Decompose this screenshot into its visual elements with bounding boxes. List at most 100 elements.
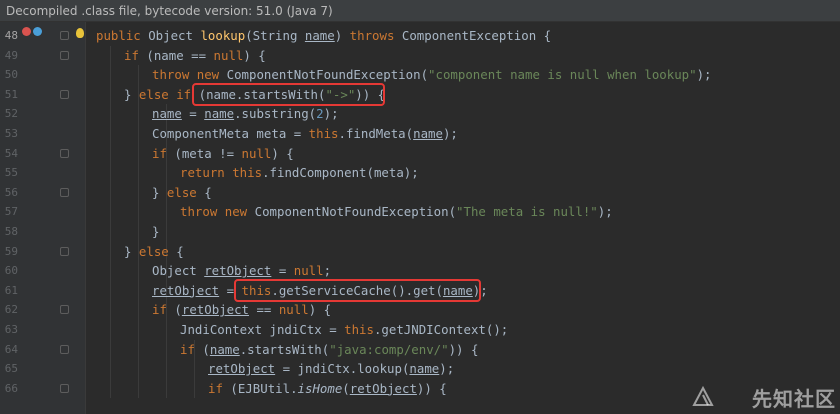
fold-marker-icon[interactable]	[60, 31, 69, 40]
fold-marker-icon[interactable]	[60, 148, 69, 158]
code-token: Object	[152, 263, 205, 279]
code-line[interactable]: retObject = jndiCtx.lookup(name);	[208, 359, 454, 379]
code-token: ) {	[308, 302, 332, 318]
code-token: ) {	[271, 145, 294, 161]
code-token: name	[409, 361, 440, 377]
code-token: retObject	[204, 263, 272, 279]
code-token: else	[138, 243, 177, 259]
code-token: else if	[138, 86, 199, 102]
code-line[interactable]: } else {	[152, 183, 212, 203]
code-line[interactable]: name = name.substring(2);	[152, 104, 339, 124]
line-number: 58	[4, 225, 18, 238]
intention-bulb-icon[interactable]	[76, 28, 84, 38]
code-token: {	[204, 184, 212, 200]
code-token: (meta !=	[174, 145, 242, 161]
line-number: 62	[4, 303, 18, 317]
code-token: );	[442, 126, 458, 141]
code-line[interactable]: if (name.startsWith("java:comp/env/")) {	[180, 340, 478, 360]
line-number: 50	[4, 68, 18, 82]
code-line[interactable]: if (EJBUtil.isHome(retObject)) {	[208, 379, 447, 399]
code-token: null	[213, 47, 244, 63]
code-token: (String	[245, 28, 305, 43]
line-number: 63	[4, 323, 18, 336]
code-line[interactable]: public Object lookup(String name) throws…	[96, 26, 551, 46]
code-token: .startsWith(	[239, 341, 330, 357]
code-token: name	[304, 28, 335, 43]
code-token: throw new	[152, 67, 227, 83]
code-token: throws	[349, 28, 402, 43]
code-line[interactable]: return this.findComponent(meta);	[180, 163, 419, 183]
code-token: name	[413, 126, 443, 141]
code-token: );	[696, 67, 712, 83]
fold-marker-icon[interactable]	[60, 187, 69, 197]
code-line[interactable]: ComponentMeta meta = this.findMeta(name)…	[152, 124, 458, 144]
code-token: return this	[180, 165, 263, 181]
override-icon[interactable]	[22, 27, 31, 36]
code-token: (	[174, 302, 182, 318]
code-line[interactable]: JndiContext jndiCtx = this.getJNDIContex…	[180, 320, 508, 340]
code-token: isHome	[297, 380, 343, 396]
code-line[interactable]: throw new ComponentNotFoundException("co…	[152, 65, 712, 85]
line-number: 56	[4, 185, 18, 199]
code-token: ComponentNotFoundException(	[226, 67, 429, 83]
code-token: =	[181, 106, 205, 122]
code-token: throw new	[180, 204, 255, 220]
code-token: public	[96, 28, 149, 43]
code-token: = jndiCtx.lookup(	[275, 361, 410, 377]
code-line[interactable]: if (name == null) {	[124, 46, 266, 66]
code-token: Object	[148, 28, 201, 43]
implementation-icon[interactable]	[33, 27, 42, 36]
fold-marker-icon[interactable]	[60, 305, 69, 315]
code-token: 2	[316, 106, 324, 122]
code-token: (	[342, 380, 350, 396]
code-token: .findComponent(meta);	[262, 165, 419, 181]
code-token: .getJNDIContext();	[373, 322, 509, 337]
line-number: 66	[4, 381, 18, 395]
code-token: .substring(	[234, 106, 317, 122]
code-token: ;	[323, 263, 332, 279]
code-editor[interactable]: 48 49 50 51 52 53 54 55 56 57 58 59 60 61 62 63 64 65 66 p…	[0, 22, 840, 414]
line-number: 60	[4, 264, 18, 278]
line-number: 53	[4, 127, 18, 140]
code-token: "java:comp/env/"	[329, 341, 449, 357]
code-token: if	[124, 47, 147, 63]
code-line[interactable]: throw new ComponentNotFoundException("Th…	[180, 202, 613, 222]
line-number: 54	[4, 146, 18, 160]
line-number: 65	[4, 362, 18, 376]
code-line[interactable]: } else {	[124, 242, 184, 262]
code-token: ComponentException {	[401, 28, 552, 43]
code-token: ==	[249, 302, 279, 318]
code-token: )) {	[416, 380, 447, 396]
decompiled-banner: Decompiled .class file, bytecode version…	[0, 0, 840, 22]
highlight-box	[234, 278, 481, 303]
code-line[interactable]: Object retObject = null;	[152, 261, 331, 281]
code-token: );	[439, 361, 455, 377]
code-token: "The meta is null!"	[456, 204, 598, 220]
code-token: ComponentNotFoundException(	[254, 204, 457, 220]
fold-marker-icon[interactable]	[60, 89, 69, 99]
code-token: null	[278, 302, 309, 318]
fold-marker-icon[interactable]	[60, 246, 69, 256]
code-token: name	[152, 106, 182, 122]
fold-marker-icon[interactable]	[60, 50, 69, 60]
code-token: null	[241, 145, 272, 161]
code-token: );	[323, 106, 339, 122]
line-number: 48	[4, 29, 18, 42]
fold-marker-icon[interactable]	[60, 383, 69, 393]
code-token: {	[176, 243, 184, 259]
code-line[interactable]: if (meta != null) {	[152, 144, 294, 164]
code-line[interactable]: if (retObject == null) {	[152, 300, 331, 320]
code-area[interactable]: public Object lookup(String name) throws…	[86, 22, 840, 414]
code-token: name	[204, 106, 235, 122]
fold-marker-icon[interactable]	[60, 344, 69, 354]
watermark-logo-icon	[692, 386, 714, 406]
code-token: if	[152, 302, 175, 318]
code-line[interactable]: }	[152, 222, 159, 242]
code-token: this	[344, 322, 374, 337]
watermark: 先知社区	[752, 387, 836, 411]
line-number: 57	[4, 205, 18, 219]
code-token: if	[180, 341, 203, 357]
code-token: (name ==	[146, 47, 214, 63]
code-token: lookup	[200, 28, 246, 43]
code-token: )) {	[448, 341, 479, 357]
